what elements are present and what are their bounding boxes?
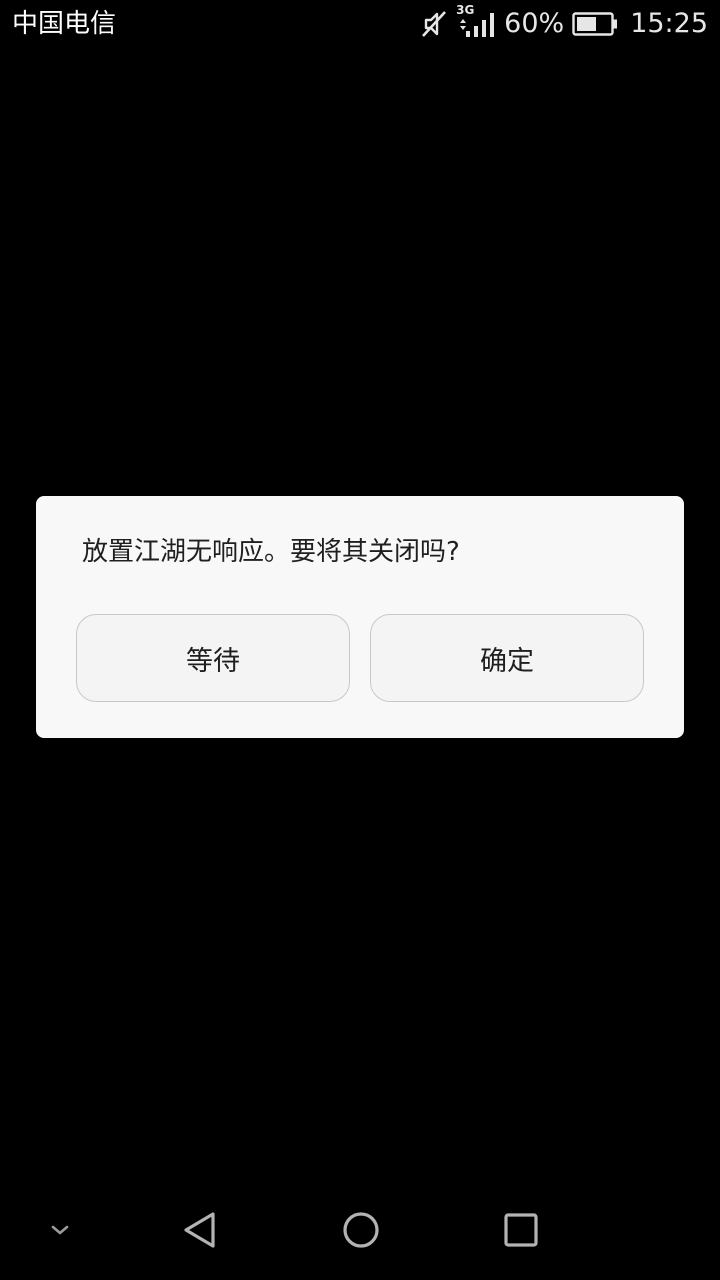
dialog-buttons: 等待 确定 bbox=[76, 614, 644, 702]
chevron-down-icon bbox=[48, 1222, 72, 1242]
status-icons: 3G 60% 15:25 bbox=[420, 3, 708, 42]
status-bar: 中国电信 3G 60% 15:25 bbox=[0, 0, 720, 50]
collapse-nav-button[interactable] bbox=[30, 1184, 90, 1280]
recent-apps-button[interactable] bbox=[490, 1184, 552, 1280]
home-button[interactable] bbox=[330, 1184, 392, 1280]
app-not-responding-dialog: 放置江湖无响应。要将其关闭吗? 等待 确定 bbox=[36, 496, 684, 738]
screen: 中国电信 3G 60% 15:25 放置江湖无响应。要将其关闭吗? 等待 确定 bbox=[0, 0, 720, 1280]
recent-apps-icon bbox=[503, 1212, 539, 1252]
home-icon bbox=[341, 1210, 381, 1254]
network-type-label: 3G bbox=[456, 3, 475, 17]
back-icon bbox=[180, 1209, 220, 1255]
signal-icon: 3G bbox=[456, 3, 496, 39]
navigation-bar bbox=[0, 1184, 720, 1280]
battery-percent: 60% bbox=[504, 8, 565, 39]
mute-icon bbox=[420, 9, 448, 39]
battery-icon bbox=[572, 11, 618, 37]
clock: 15:25 bbox=[630, 8, 708, 39]
ok-button[interactable]: 确定 bbox=[370, 614, 644, 702]
carrier-name: 中国电信 bbox=[12, 9, 117, 39]
wait-button[interactable]: 等待 bbox=[76, 614, 350, 702]
back-button[interactable] bbox=[170, 1184, 230, 1280]
dialog-message: 放置江湖无响应。要将其关闭吗? bbox=[82, 537, 460, 567]
